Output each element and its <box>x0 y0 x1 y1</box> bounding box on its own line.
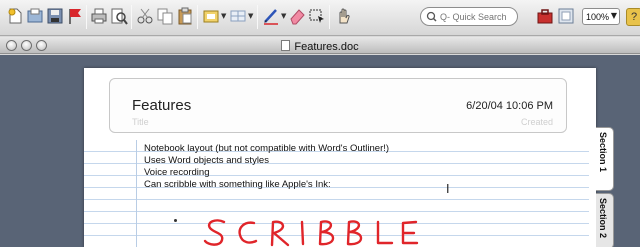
toolbar-divider <box>257 5 258 29</box>
pen-icon[interactable] <box>262 7 280 25</box>
flag-icon[interactable] <box>66 7 84 25</box>
search-input[interactable] <box>440 10 516 24</box>
toolbar-divider <box>329 5 330 29</box>
table-icon[interactable] <box>229 7 247 25</box>
select-icon[interactable] <box>308 7 326 25</box>
help-button[interactable]: ? <box>626 8 640 26</box>
note-line[interactable]: Voice recording <box>144 167 209 178</box>
text-cursor-icon: I <box>446 182 450 196</box>
print-icon[interactable] <box>90 7 108 25</box>
chevron-down-icon[interactable]: ▼ <box>221 12 227 20</box>
section-1-label: Section 1 <box>598 132 608 173</box>
toolbar-divider <box>197 5 198 29</box>
insert-icon[interactable] <box>202 7 220 25</box>
note-line[interactable]: Uses Word objects and styles <box>144 155 269 166</box>
view-icon[interactable] <box>557 7 575 25</box>
note-title-label: Title <box>132 117 149 127</box>
document-icon <box>281 40 291 51</box>
copy-icon[interactable] <box>156 7 174 25</box>
new-note-icon[interactable] <box>6 7 24 25</box>
note-line[interactable]: Notebook layout (but not compatible with… <box>144 143 389 154</box>
note-created-label: Created <box>520 117 553 127</box>
chevron-down-icon: ▼ <box>610 11 617 20</box>
bullet-dot <box>174 219 177 222</box>
save-icon[interactable] <box>46 7 64 25</box>
note-header: Features Title 6/20/04 10:06 PM Created <box>109 78 567 133</box>
zoom-value: 100% <box>586 12 610 22</box>
print-preview-icon[interactable] <box>110 7 128 25</box>
tab-section-1[interactable]: Section 1 <box>596 127 614 191</box>
toolbox-icon[interactable] <box>536 7 554 25</box>
note-line[interactable]: Can scribble with something like Apple's… <box>144 179 331 190</box>
note-title[interactable]: Features <box>132 97 191 114</box>
quick-search-field[interactable] <box>420 7 518 26</box>
notebook-page[interactable]: Features Title 6/20/04 10:06 PM Created … <box>84 68 596 247</box>
ink-scribble[interactable] <box>202 216 430 247</box>
paste-icon[interactable] <box>176 7 194 25</box>
zoom-select[interactable]: 100% ▼ <box>582 8 620 25</box>
eraser-icon[interactable] <box>288 7 306 25</box>
toolbar-divider <box>86 5 87 29</box>
chevron-down-icon[interactable]: ▼ <box>281 12 287 20</box>
toolbar: ▼ ▼ ▼ 100% ▼ ? <box>0 0 640 36</box>
section-2-label: Section 2 <box>598 198 608 239</box>
cut-icon[interactable] <box>136 7 154 25</box>
note-created-date: 6/20/04 10:06 PM <box>466 100 553 112</box>
search-icon <box>426 11 440 23</box>
open-icon[interactable] <box>26 7 44 25</box>
tab-section-2[interactable]: Section 2 <box>596 193 614 247</box>
margin-line <box>136 140 137 247</box>
toolbar-divider <box>131 5 132 29</box>
hand-icon[interactable] <box>334 7 352 25</box>
window-title-bar: Features.doc <box>0 37 640 54</box>
document-workspace: Features Title 6/20/04 10:06 PM Created … <box>0 55 640 247</box>
chevron-down-icon[interactable]: ▼ <box>248 12 254 20</box>
window-title: Features.doc <box>294 41 359 53</box>
